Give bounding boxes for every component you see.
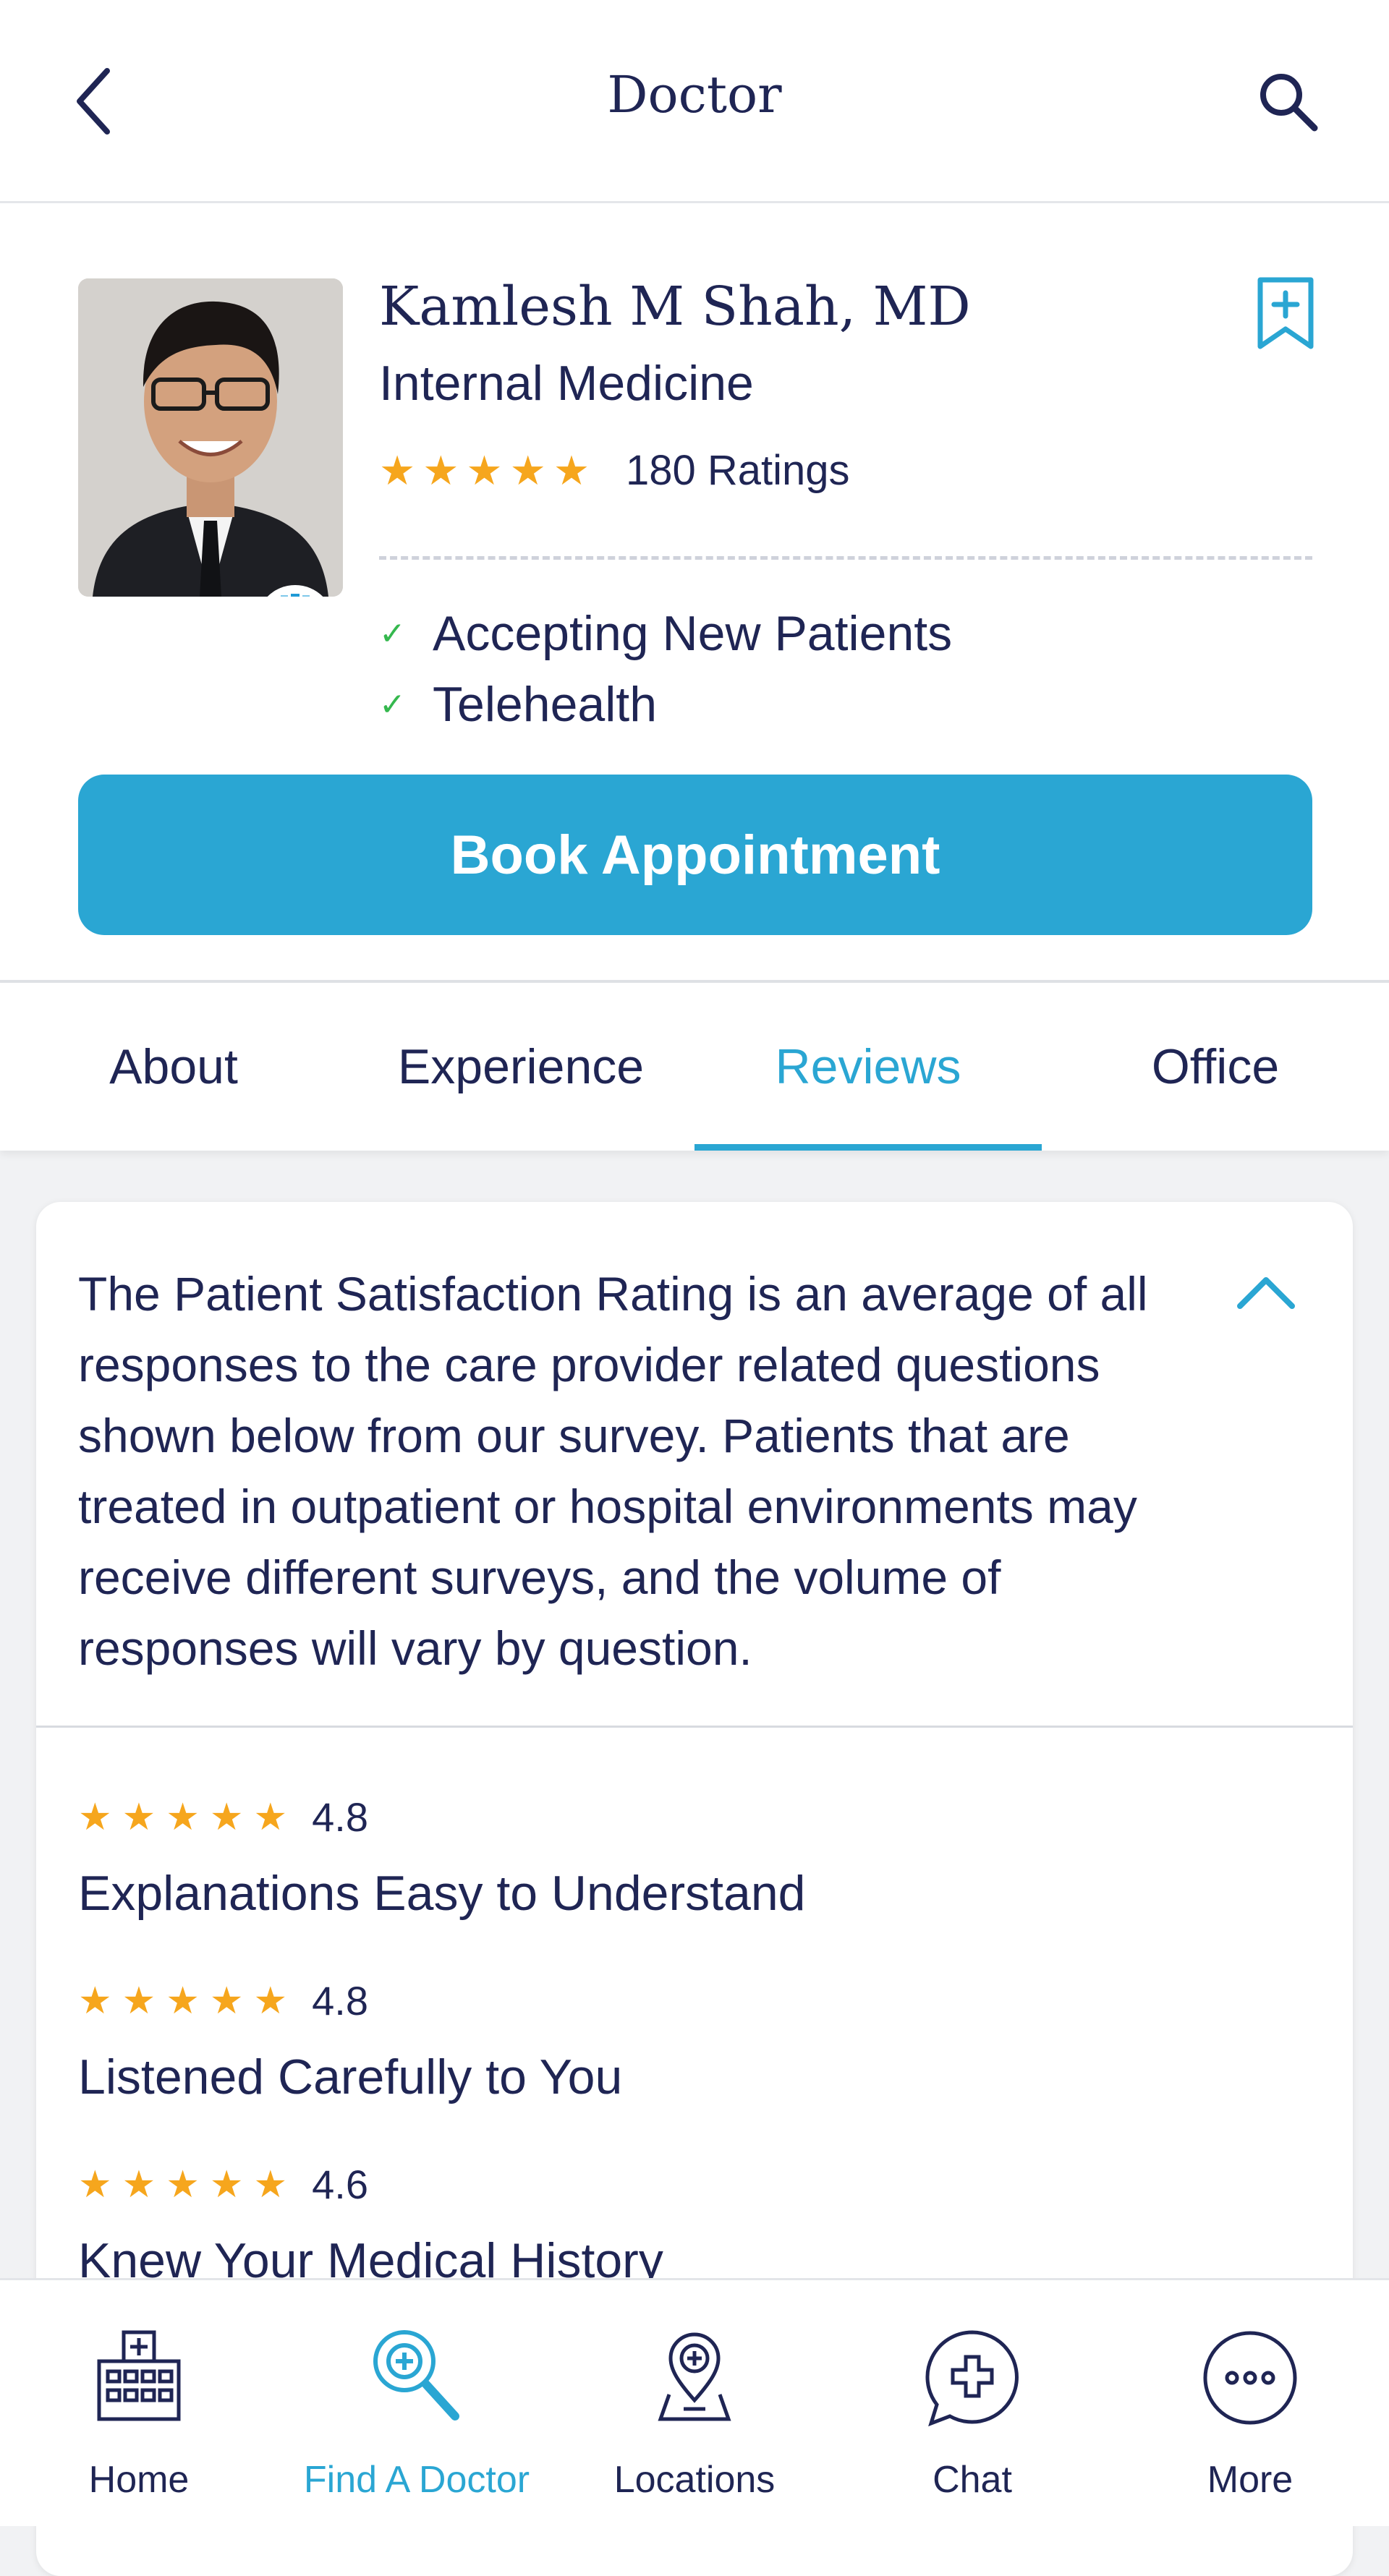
bottom-navigation: Home Find A Doctor Locations Chat More: [0, 2278, 1389, 2526]
star-icon: ★: [253, 2163, 288, 2206]
nav-more[interactable]: More: [1111, 2280, 1389, 2526]
star-icon: ★: [209, 1796, 244, 1838]
star-rating: ★ ★ ★ ★ ★: [379, 447, 597, 493]
star-icon: ★: [209, 2163, 244, 2206]
satisfaction-rating-info: The Patient Satisfaction Rating is an av…: [78, 1267, 1148, 1675]
divider: [36, 1726, 1353, 1728]
star-rating: ★ ★ ★ ★ ★: [78, 1982, 297, 2020]
nav-label: Chat: [933, 2459, 1012, 2501]
chevron-left-icon: [77, 68, 110, 135]
hospital-icon: [97, 2330, 181, 2421]
review-item: ★ ★ ★ ★ ★ 4.6 Knew Your Medical History: [78, 2161, 663, 2289]
star-icon: ★: [466, 447, 503, 493]
star-icon: ★: [253, 1796, 288, 1838]
tab-experience[interactable]: Experience: [347, 983, 694, 1151]
doctor-name: Kamlesh M Shah, MD: [379, 276, 971, 338]
doctor-specialty: Internal Medicine: [379, 356, 754, 411]
star-icon: ★: [78, 2163, 112, 2206]
nav-label: More: [1207, 2459, 1294, 2501]
review-score: 4.6: [312, 2162, 368, 2207]
star-icon: ★: [122, 1796, 156, 1838]
tab-office[interactable]: Office: [1042, 983, 1389, 1151]
tab-reviews[interactable]: Reviews: [694, 983, 1042, 1151]
feature-telehealth: ✓ Telehealth: [379, 676, 657, 733]
nav-label: Find A Doctor: [303, 2459, 530, 2501]
star-icon: ★: [379, 447, 416, 493]
doctor-photo: [78, 278, 343, 597]
tab-about[interactable]: About: [0, 983, 347, 1151]
nav-label: Locations: [613, 2459, 776, 2501]
star-icon: ★: [122, 1979, 156, 2022]
review-item: ★ ★ ★ ★ ★ 4.8 Explanations Easy to Under…: [78, 1794, 806, 1922]
search-icon: [1260, 74, 1318, 132]
checkmark-icon: ✓: [379, 615, 406, 652]
ratings-count: 180 Ratings: [626, 447, 850, 494]
feature-accepting-new-patients: ✓ Accepting New Patients: [379, 605, 952, 662]
chat-icon: [925, 2330, 1019, 2427]
star-icon: ★: [78, 1979, 112, 2022]
more-icon: [1203, 2331, 1297, 2425]
nav-home[interactable]: Home: [0, 2280, 278, 2526]
star-icon: ★: [209, 1979, 244, 2022]
star-icon: ★: [166, 1979, 200, 2022]
star-rating: ★ ★ ★ ★ ★: [78, 2166, 297, 2204]
page-title: Doctor: [607, 65, 782, 124]
star-icon: ★: [166, 2163, 200, 2206]
bookmark-add-icon: [1257, 277, 1314, 349]
nav-chat[interactable]: Chat: [833, 2280, 1111, 2526]
doctor-profile-card: Kamlesh M Shah, MD Internal Medicine ★ ★…: [0, 203, 1389, 983]
star-icon: ★: [553, 447, 590, 493]
nav-locations[interactable]: Locations: [556, 2280, 833, 2526]
star-icon: ★: [122, 2163, 156, 2206]
health-system-logo-icon: [281, 594, 310, 597]
review-question: Listened Carefully to You: [78, 2050, 623, 2104]
divider: [379, 556, 1312, 560]
find-doctor-icon: [373, 2330, 459, 2421]
review-item: ★ ★ ★ ★ ★ 4.8 Listened Carefully to You: [78, 1977, 622, 2105]
checkmark-icon: ✓: [379, 686, 406, 722]
star-icon: ★: [422, 447, 459, 493]
star-rating: ★ ★ ★ ★ ★: [78, 1799, 297, 1836]
star-icon: ★: [253, 1979, 288, 2022]
book-appointment-button[interactable]: Book Appointment: [78, 775, 1312, 935]
star-icon: ★: [166, 1796, 200, 1838]
review-score: 4.8: [312, 1794, 368, 1840]
feature-label: Telehealth: [433, 677, 658, 732]
feature-label: Accepting New Patients: [433, 606, 953, 661]
overall-rating: ★ ★ ★ ★ ★ 180 Ratings: [379, 446, 850, 495]
save-doctor-button[interactable]: [1252, 276, 1320, 351]
doctor-portrait-image: [78, 278, 343, 597]
nav-find-a-doctor[interactable]: Find A Doctor: [278, 2280, 556, 2526]
chevron-up-icon: [1237, 1277, 1295, 1309]
search-button[interactable]: [1244, 58, 1331, 145]
profile-tabs: About Experience Reviews Office: [0, 983, 1389, 1151]
back-button[interactable]: [51, 54, 137, 149]
star-icon: ★: [509, 447, 546, 493]
top-app-bar: Doctor: [0, 0, 1389, 203]
review-score: 4.8: [312, 1978, 368, 2023]
location-pin-icon: [658, 2332, 731, 2421]
star-icon: ★: [78, 1796, 112, 1838]
nav-label: Home: [88, 2459, 190, 2501]
review-question: Explanations Easy to Understand: [78, 1866, 806, 1921]
collapse-button[interactable]: [1230, 1267, 1302, 1318]
